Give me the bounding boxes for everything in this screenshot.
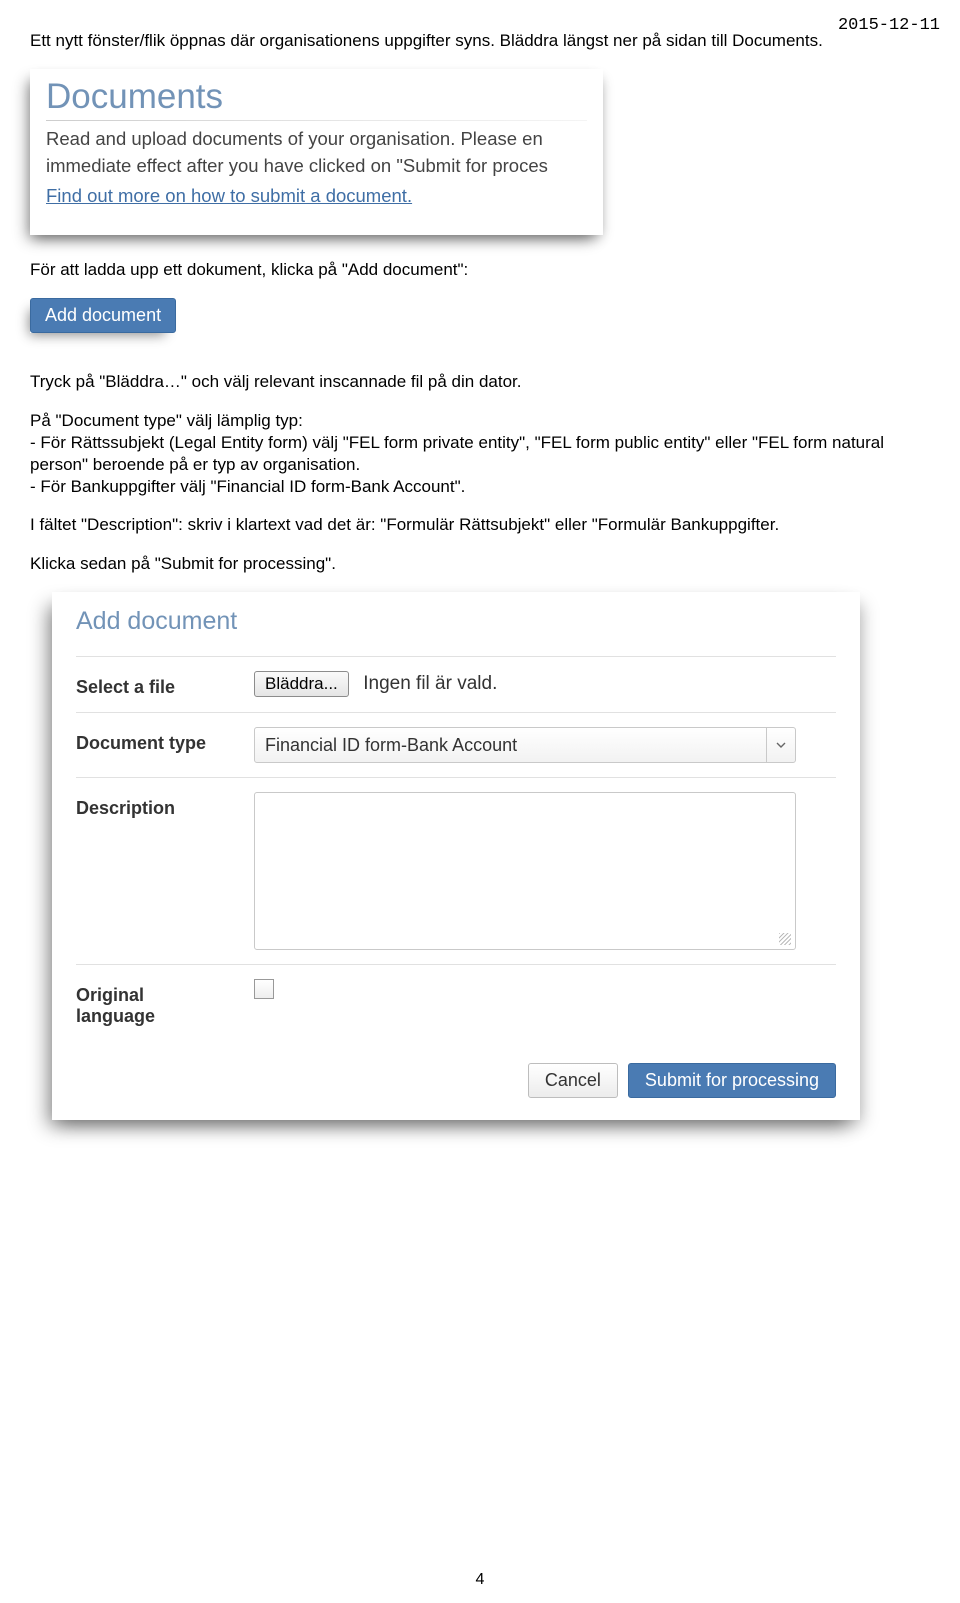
page-number: 4 xyxy=(0,1571,960,1589)
row-original-language: Original language xyxy=(76,964,836,1041)
doc-type-bullet-1: - För Rättssubjekt (Legal Entity form) v… xyxy=(30,432,900,476)
row-select-file: Select a file Bläddra... Ingen fil är va… xyxy=(76,656,836,712)
label-description: Description xyxy=(76,792,254,819)
form-title: Add document xyxy=(76,607,836,636)
submit-button[interactable]: Submit for processing xyxy=(628,1063,836,1098)
description-textarea[interactable] xyxy=(254,792,796,950)
chevron-down-icon xyxy=(766,728,795,762)
paragraph-3: Tryck på "Bläddra…" och välj relevant in… xyxy=(30,371,900,394)
documents-help-link[interactable]: Find out more on how to submit a documen… xyxy=(46,185,587,207)
resize-grip-icon[interactable] xyxy=(779,933,791,945)
row-document-type: Document type Financial ID form-Bank Acc… xyxy=(76,712,836,777)
doc-type-bullet-2: - För Bankuppgifter välj "Financial ID f… xyxy=(30,476,900,498)
document-type-select[interactable]: Financial ID form-Bank Account xyxy=(254,727,796,763)
browse-button[interactable]: Bläddra... xyxy=(254,671,349,697)
description-hint: I fältet "Description": skriv i klartext… xyxy=(30,514,900,537)
label-original-language-line2: language xyxy=(76,1006,254,1027)
original-language-checkbox[interactable] xyxy=(254,979,274,999)
label-select-file: Select a file xyxy=(76,671,254,698)
add-document-button[interactable]: Add document xyxy=(30,298,176,333)
document-type-value: Financial ID form-Bank Account xyxy=(265,735,517,756)
cancel-button[interactable]: Cancel xyxy=(528,1063,618,1098)
intro-paragraph-1: Ett nytt fönster/flik öppnas där organis… xyxy=(30,30,900,53)
documents-text-line-2: immediate effect after you have clicked … xyxy=(46,154,587,179)
documents-panel-screenshot: Documents Read and upload documents of y… xyxy=(30,69,603,235)
intro-paragraph-2: För att ladda upp ett dokument, klicka p… xyxy=(30,259,900,282)
file-status-text: Ingen fil är vald. xyxy=(363,673,497,694)
doc-type-intro: På "Document type" välj lämplig typ: xyxy=(30,410,900,432)
row-description: Description xyxy=(76,777,836,964)
label-document-type: Document type xyxy=(76,727,254,754)
documents-heading: Documents xyxy=(46,79,587,114)
documents-text-line-1: Read and upload documents of your organi… xyxy=(46,127,587,152)
form-actions: Cancel Submit for processing xyxy=(76,1063,836,1098)
page-date: 2015-12-11 xyxy=(838,16,940,35)
label-original-language-line1: Original xyxy=(76,985,254,1006)
divider xyxy=(46,120,587,121)
add-document-form-screenshot: Add document Select a file Bläddra... In… xyxy=(52,592,860,1120)
submit-hint: Klicka sedan på "Submit for processing". xyxy=(30,553,900,576)
label-original-language: Original language xyxy=(76,979,254,1027)
